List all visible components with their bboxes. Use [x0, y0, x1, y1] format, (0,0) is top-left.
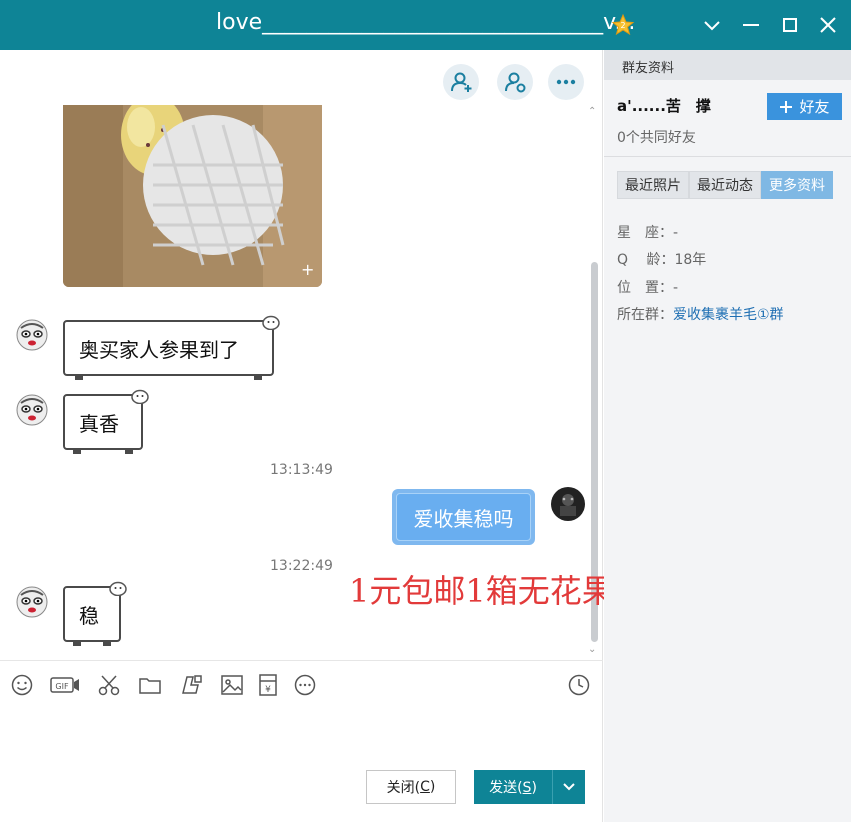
maximize-icon[interactable]	[777, 12, 803, 38]
title-bar: love_______________________________v... …	[0, 0, 851, 50]
screenshot-icon[interactable]	[180, 673, 204, 697]
panel-header: 群友资料	[604, 50, 851, 80]
sender-avatar[interactable]	[15, 585, 49, 619]
image-icon[interactable]	[220, 673, 244, 697]
message-bubble[interactable]: 稳	[63, 581, 127, 646]
scroll-up-arrow[interactable]: ⌃	[588, 106, 596, 117]
panel-tabs: 最近照片 最近动态 更多资料	[617, 171, 833, 199]
member-settings-button[interactable]	[497, 64, 533, 100]
fruit-box-photo: +	[63, 105, 322, 287]
dog-sticker-icon	[131, 389, 149, 404]
overlay-caption: 1元包邮1箱无花果	[349, 572, 614, 610]
sender-avatar[interactable]	[15, 393, 49, 427]
sender-avatar[interactable]	[15, 318, 49, 352]
emoji-icon[interactable]	[10, 673, 34, 697]
chevron-down-icon	[563, 783, 575, 791]
star-icon[interactable]: 2	[611, 13, 635, 37]
history-icon[interactable]	[567, 673, 591, 697]
more-icon	[556, 79, 576, 85]
dog-sticker-icon	[262, 315, 280, 330]
tab-recent-activity[interactable]: 最近动态	[689, 171, 761, 199]
svg-text:+: +	[301, 260, 314, 279]
tab-more-info[interactable]: 更多资料	[761, 171, 833, 199]
svg-text:GIF: GIF	[55, 682, 69, 691]
divider	[604, 156, 851, 157]
send-button[interactable]: 发送(S)	[474, 770, 585, 804]
scroll-down-arrow[interactable]: ⌄	[588, 644, 596, 655]
window-title: love_______________________________v...	[216, 10, 636, 35]
self-message-bubble[interactable]: 爱收集稳吗	[392, 489, 535, 545]
gif-icon[interactable]: GIF	[50, 673, 80, 697]
common-friends: 0个共同好友	[617, 130, 696, 146]
message-bubble[interactable]: 真香	[63, 389, 149, 454]
add-user-icon	[451, 72, 472, 92]
dog-sticker-icon	[109, 581, 127, 596]
close-icon[interactable]	[815, 12, 841, 38]
minimize-icon[interactable]	[738, 12, 764, 38]
add-friend-button[interactable]: 好友	[767, 93, 842, 120]
message-input[interactable]	[0, 706, 603, 762]
plus-icon	[780, 100, 793, 113]
red-packet-icon[interactable]: ¥	[256, 673, 280, 697]
info-group: 所在群：爱收集裹羊毛①群	[617, 307, 784, 323]
more-button[interactable]	[548, 64, 584, 100]
self-message-text: 爱收集稳吗	[396, 493, 531, 541]
folder-icon[interactable]	[138, 673, 162, 697]
message-bubble[interactable]: 奥买家人参果到了	[63, 315, 280, 380]
photo-message[interactable]: +	[63, 105, 322, 287]
group-link[interactable]: 爱收集裹羊毛①群	[673, 307, 784, 323]
scissors-icon[interactable]	[97, 673, 121, 697]
close-button[interactable]: 关闭(C)	[366, 770, 456, 804]
message-text: 稳	[79, 603, 99, 628]
message-text: 奥买家人参果到了	[79, 337, 239, 362]
self-avatar[interactable]	[550, 486, 586, 522]
send-options-chevron[interactable]	[553, 782, 585, 792]
chevron-down-icon[interactable]	[699, 12, 725, 38]
message-text: 真香	[79, 411, 119, 436]
member-name: a'......苦 撑	[617, 97, 711, 115]
tab-recent-photos[interactable]: 最近照片	[617, 171, 689, 199]
user-settings-icon	[505, 72, 526, 93]
timestamp: 13:13:49	[270, 462, 333, 478]
svg-text:2: 2	[620, 21, 625, 30]
add-member-button[interactable]	[443, 64, 479, 100]
info-q-age: Q 龄：18年	[617, 252, 707, 268]
member-info-panel	[604, 50, 851, 822]
timestamp: 13:22:49	[270, 558, 333, 574]
input-toolbar: GIF ¥	[0, 660, 603, 706]
more-options-icon[interactable]	[293, 673, 317, 697]
info-location: 位 置：-	[617, 280, 679, 296]
svg-text:¥: ¥	[265, 685, 271, 695]
info-zodiac: 星 座：-	[617, 225, 679, 241]
